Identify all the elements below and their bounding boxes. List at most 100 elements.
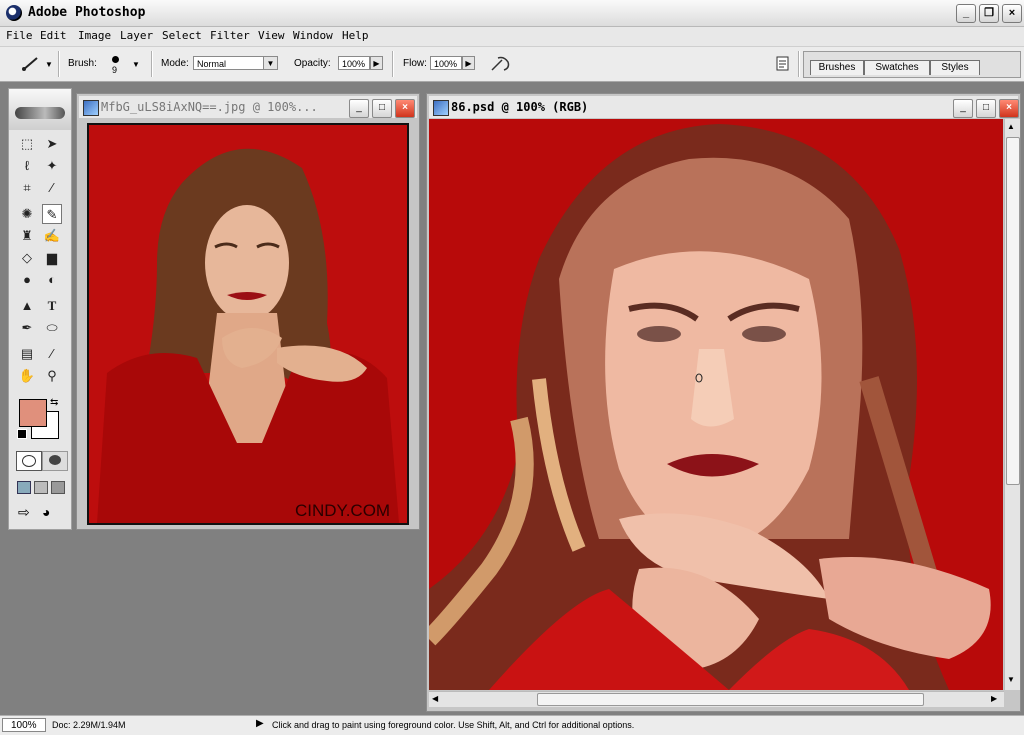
jump-to-imageready-icon[interactable]: ⇨ (18, 504, 30, 521)
scroll-left-arrow[interactable]: ◀ (432, 694, 438, 703)
document-title-bar[interactable]: 86.psd @ 100% (RGB) _ □ × (429, 96, 1019, 118)
horizontal-scrollbar[interactable]: ◀ ▶ (429, 691, 1004, 707)
doc-size-info: Doc: 2.29M/1.94M (52, 720, 126, 730)
marquee-tool-icon[interactable]: ⬚ (17, 134, 37, 154)
document-title: MfbG_uLS8iAxNQ==.jpg @ 100%... (101, 100, 318, 114)
menu-filter[interactable]: Filter (210, 29, 250, 42)
slice-tool-icon[interactable]: ⁄ (42, 178, 62, 198)
mode-select[interactable]: Normal (193, 56, 265, 70)
hand-tool-icon[interactable]: ✋ (17, 366, 37, 386)
painting-canvas[interactable] (429, 119, 1003, 690)
menu-edit[interactable]: Edit (40, 29, 67, 42)
status-bar: 100% Doc: 2.29M/1.94M ▶ Click and drag t… (0, 715, 1024, 735)
toolbox-header[interactable] (9, 89, 71, 130)
clone-stamp-tool-icon[interactable]: ♜ (17, 226, 37, 246)
zoom-tool-icon[interactable]: ⚲ (42, 366, 62, 386)
menu-bar: File Edit Image Layer Select Filter View… (0, 27, 1024, 46)
default-colors-icon[interactable] (17, 429, 27, 439)
standard-mode-button[interactable] (16, 451, 42, 471)
tab-swatches[interactable]: Swatches (864, 60, 930, 75)
tool-preset-arrow[interactable]: ▼ (45, 60, 53, 69)
crop-tool-icon[interactable]: ⌗ (17, 178, 37, 198)
doc-minimize-button[interactable]: _ (953, 99, 973, 118)
flow-field[interactable]: 100% (430, 56, 462, 70)
document-window-painting: 86.psd @ 100% (RGB) _ □ × ▲ ▼ ◀ ▶ (426, 93, 1021, 712)
notes-tool-icon[interactable]: ▤ (17, 344, 37, 364)
blur-tool-icon[interactable]: ● (17, 270, 37, 290)
swap-colors-icon[interactable]: ⇆ (50, 397, 58, 408)
title-bar: Adobe Photoshop _ ❐ × (0, 0, 1024, 27)
doc-minimize-button[interactable]: _ (349, 99, 369, 118)
foreground-color-swatch-front[interactable] (19, 399, 47, 427)
document-icon (83, 100, 99, 116)
flow-label: Flow: (403, 58, 427, 69)
photoshop-icon (6, 5, 22, 21)
menu-image[interactable]: Image (78, 29, 111, 42)
lasso-tool-icon[interactable]: ℓ (17, 156, 37, 176)
doc-maximize-button[interactable]: □ (976, 99, 996, 118)
healing-brush-tool-icon[interactable]: ✺ (17, 204, 37, 224)
status-hint: Click and drag to paint using foreground… (272, 720, 635, 730)
scroll-right-arrow[interactable]: ▶ (991, 694, 997, 703)
magic-wand-tool-icon[interactable]: ✦ (42, 156, 62, 176)
menu-window[interactable]: Window (293, 29, 333, 42)
opacity-field[interactable]: 100% (338, 56, 370, 70)
document-title: 86.psd @ 100% (RGB) (451, 100, 589, 114)
quick-mask-button[interactable] (42, 451, 68, 471)
restore-button[interactable]: ❐ (979, 4, 999, 23)
document-window-photo: MfbG_uLS8iAxNQ==.jpg @ 100%... _ □ × CIN… (76, 93, 420, 530)
type-tool-icon[interactable]: T (42, 296, 62, 316)
app-title: Adobe Photoshop (28, 5, 146, 20)
menu-layer[interactable]: Layer (120, 29, 153, 42)
zoom-field[interactable]: 100% (2, 718, 46, 732)
status-menu-arrow[interactable]: ▶ (256, 718, 264, 729)
airbrush-icon[interactable] (488, 54, 514, 74)
document-title-bar[interactable]: MfbG_uLS8iAxNQ==.jpg @ 100%... _ □ × (79, 96, 417, 118)
full-screen-menu-mode-icon[interactable] (34, 481, 48, 494)
eyedropper-tool-icon[interactable]: ⁄ (42, 344, 62, 364)
brush-size: 9 (112, 65, 118, 75)
tab-brushes[interactable]: Brushes (810, 60, 864, 75)
palette-well: Brushes Swatches Styles (803, 51, 1021, 78)
menu-file[interactable]: File (6, 29, 33, 42)
brush-preview[interactable] (112, 56, 119, 63)
pen-tool-icon[interactable]: ✒ (17, 318, 37, 338)
move-tool-icon[interactable]: ➤ (42, 134, 62, 154)
gradient-tool-icon[interactable]: ▆ (42, 248, 62, 268)
mode-label: Mode: (161, 58, 189, 69)
photo-canvas[interactable]: CINDY.COM (87, 123, 409, 525)
brush-label: Brush: (68, 58, 97, 69)
scroll-up-arrow[interactable]: ▲ (1007, 122, 1015, 131)
adobe-online-icon[interactable] (15, 107, 65, 119)
path-selection-tool-icon[interactable]: ▲ (17, 296, 37, 316)
tab-styles[interactable]: Styles (930, 60, 980, 75)
history-brush-tool-icon[interactable]: ✍ (42, 226, 62, 246)
brush-tool-icon[interactable] (20, 55, 42, 73)
vertical-scroll-thumb[interactable] (1006, 137, 1020, 485)
menu-select[interactable]: Select (162, 29, 202, 42)
scroll-down-arrow[interactable]: ▼ (1007, 675, 1015, 684)
shape-tool-icon[interactable]: ⬭ (42, 318, 62, 338)
doc-maximize-button[interactable]: □ (372, 99, 392, 118)
file-browser-icon[interactable] (774, 55, 792, 73)
toolbox: ⬚ ➤ ℓ ✦ ⌗ ⁄ ✺ ✎ ♜ ✍ ◇ ▆ ● ◐ ▲ T ✒ ⬭ ▤ ⁄ … (8, 88, 72, 530)
eraser-tool-icon[interactable]: ◇ (17, 248, 37, 268)
horizontal-scroll-thumb[interactable] (537, 693, 924, 706)
mode-dropdown-arrow[interactable]: ▼ (263, 56, 278, 70)
doc-close-button[interactable]: × (999, 99, 1019, 118)
document-icon (433, 100, 449, 116)
standard-screen-mode-icon[interactable] (17, 481, 31, 494)
doc-close-button[interactable]: × (395, 99, 415, 118)
opacity-slider-arrow[interactable]: ▶ (370, 56, 383, 70)
minimize-button[interactable]: _ (956, 4, 976, 23)
dodge-tool-icon[interactable]: ◐ (42, 270, 62, 290)
brush-picker-arrow[interactable]: ▼ (132, 60, 140, 69)
full-screen-mode-icon[interactable] (51, 481, 65, 494)
flow-slider-arrow[interactable]: ▶ (462, 56, 475, 70)
imageready-icon[interactable]: ◕ (42, 504, 50, 520)
vertical-scrollbar[interactable]: ▲ ▼ (1004, 119, 1020, 690)
menu-view[interactable]: View (258, 29, 285, 42)
brush-tool-icon[interactable]: ✎ (42, 204, 62, 224)
menu-help[interactable]: Help (342, 29, 369, 42)
close-button[interactable]: × (1002, 4, 1022, 23)
